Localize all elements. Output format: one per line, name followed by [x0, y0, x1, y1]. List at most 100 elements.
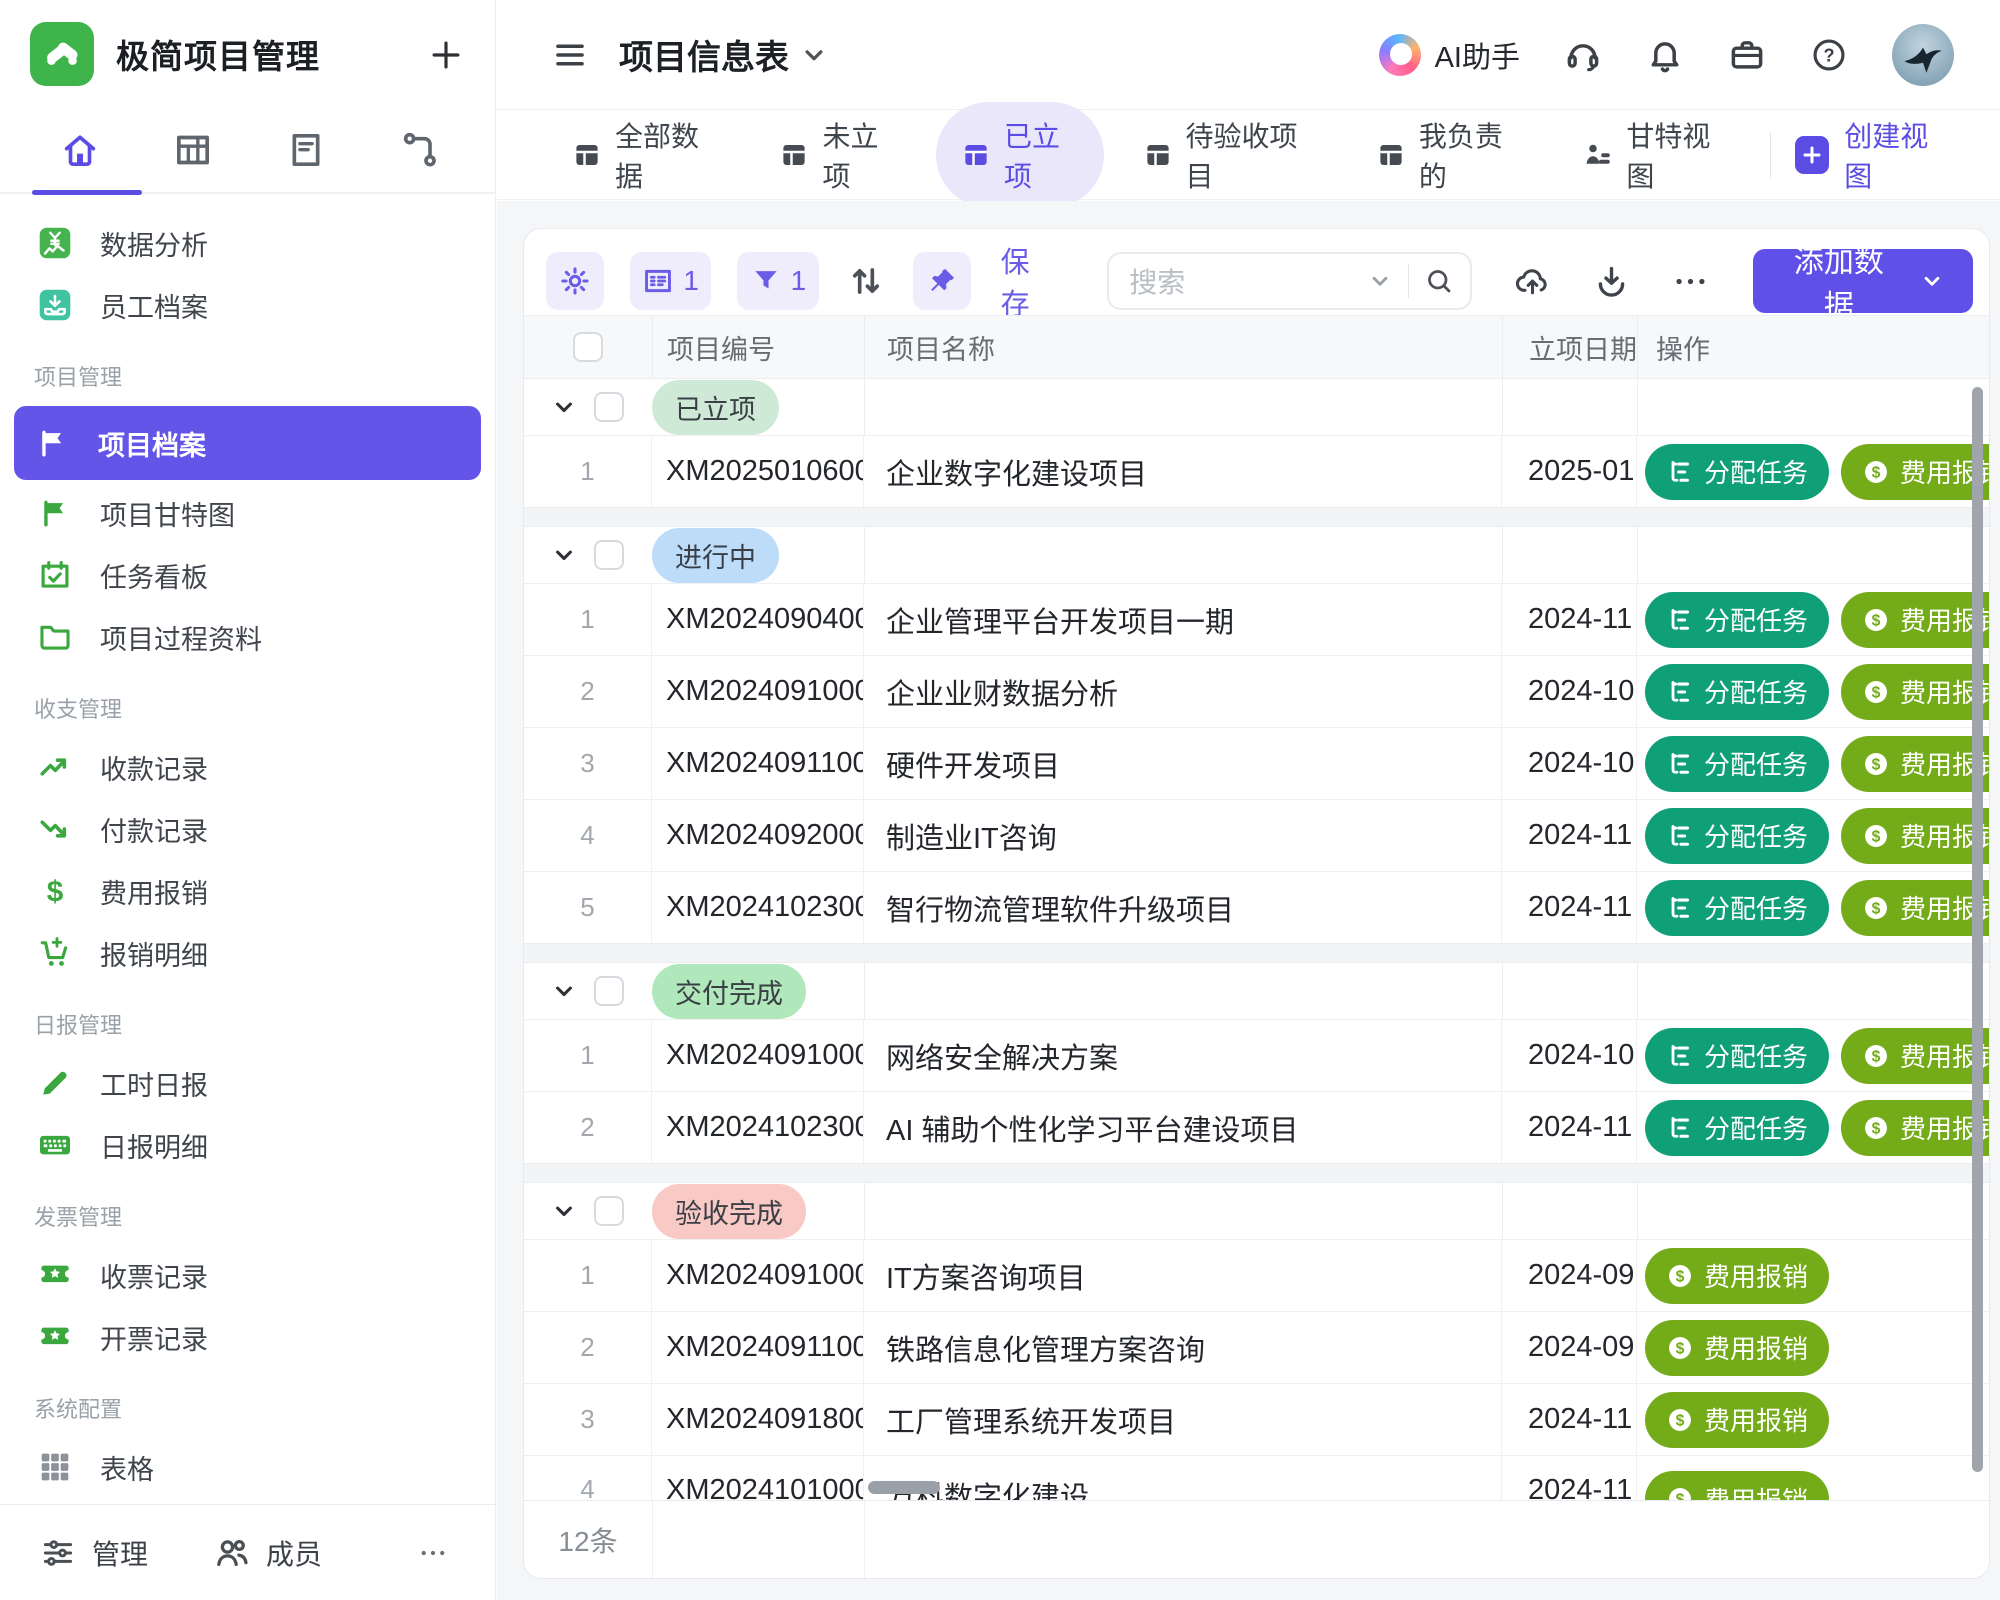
- toolbar-more-icon[interactable]: [1672, 263, 1709, 300]
- expense-claim-button[interactable]: $ 费用报销: [1841, 736, 1989, 792]
- table-row[interactable]: 3 XM202409110007 硬件开发项目 2024-10 分配任务 $ 费…: [524, 727, 1989, 799]
- members-button[interactable]: 成员: [214, 1533, 322, 1573]
- table-row[interactable]: 1 XM202501060001 企业数字化建设项目 2025-01 分配任务 …: [524, 435, 1989, 507]
- home-icon[interactable]: [60, 130, 100, 170]
- sort-icon[interactable]: [847, 262, 885, 300]
- user-avatar[interactable]: [1892, 24, 1954, 86]
- document-nav-icon[interactable]: [286, 130, 326, 170]
- table-row[interactable]: 5 XM202410230017 智行物流管理软件升级项目 2024-11 分配…: [524, 871, 1989, 943]
- sidebar-item-流程[interactable]: 流程: [16, 1498, 479, 1503]
- sidebar-item-收款记录[interactable]: 收款记录: [16, 736, 479, 798]
- table-row[interactable]: 2 XM202410230016 AI 辅助个性化学习平台建设项目 2024-1…: [524, 1091, 1989, 1163]
- hamburger-menu-icon[interactable]: [551, 38, 589, 72]
- import-cloud-upload-icon[interactable]: [1514, 263, 1551, 300]
- expense-claim-button[interactable]: $ 费用报销: [1645, 1392, 1829, 1448]
- expense-claim-button[interactable]: $ 费用报销: [1841, 880, 1989, 936]
- group-collapse-chevron-icon[interactable]: [550, 1197, 578, 1225]
- sidebar-item-任务看板[interactable]: 任务看板: [16, 544, 479, 606]
- column-header-date[interactable]: 立项日期: [1502, 316, 1637, 378]
- group-checkbox[interactable]: [594, 392, 624, 422]
- assign-task-button[interactable]: 分配任务: [1645, 444, 1829, 500]
- group-checkbox[interactable]: [594, 976, 624, 1006]
- expense-claim-button[interactable]: $ 费用报销: [1841, 444, 1989, 500]
- group-collapse-chevron-icon[interactable]: [550, 541, 578, 569]
- workflow-nav-icon[interactable]: [399, 130, 439, 170]
- add-workspace-icon[interactable]: [427, 36, 465, 74]
- fields-config-button[interactable]: 1: [630, 252, 711, 310]
- save-button[interactable]: 保存: [1001, 239, 1058, 323]
- expense-claim-button[interactable]: $ 费用报销: [1841, 808, 1989, 864]
- sidebar-item-开票记录[interactable]: 开票记录: [16, 1306, 479, 1368]
- export-download-icon[interactable]: [1593, 263, 1630, 300]
- tab-未立项[interactable]: 未立项: [754, 102, 922, 208]
- vertical-scrollbar[interactable]: [1972, 387, 1983, 1472]
- title-chevron-down-icon[interactable]: [799, 40, 829, 70]
- table-row[interactable]: 2 XM202409110001 铁路信息化管理方案咨询 2024-09 $ 费…: [524, 1311, 1989, 1383]
- tab-已立项[interactable]: 已立项: [936, 102, 1104, 208]
- assign-task-button[interactable]: 分配任务: [1645, 880, 1829, 936]
- table-row[interactable]: 4 XM202409200023 制造业IT咨询 2024-11 分配任务 $ …: [524, 799, 1989, 871]
- sidebar-item-项目甘特图[interactable]: 项目甘特图: [16, 482, 479, 544]
- ai-assistant-button[interactable]: AI助手: [1379, 34, 1520, 76]
- sidebar-item-数据分析[interactable]: 数据分析: [16, 212, 479, 274]
- expense-claim-button[interactable]: $ 费用报销: [1841, 664, 1989, 720]
- sidebar-item-费用报销[interactable]: $ 费用报销: [16, 860, 479, 922]
- filter-button[interactable]: 1: [737, 252, 818, 310]
- expense-claim-button[interactable]: $ 费用报销: [1841, 1100, 1989, 1156]
- group-collapse-chevron-icon[interactable]: [550, 977, 578, 1005]
- pin-button[interactable]: [913, 252, 971, 310]
- assign-task-button[interactable]: 分配任务: [1645, 808, 1829, 864]
- search-scope-chevron-icon[interactable]: [1367, 268, 1393, 294]
- sidebar-item-员工档案[interactable]: 员工档案: [16, 274, 479, 336]
- group-checkbox[interactable]: [594, 1196, 624, 1226]
- tab-我负责的[interactable]: 我负责的: [1351, 102, 1544, 208]
- assign-task-button[interactable]: 分配任务: [1645, 1100, 1829, 1156]
- assign-task-button[interactable]: 分配任务: [1645, 664, 1829, 720]
- sidebar-item-收票记录[interactable]: 收票记录: [16, 1244, 479, 1306]
- column-header-code[interactable]: 项目编号: [652, 316, 864, 378]
- column-header-actions[interactable]: 操作: [1637, 316, 1989, 378]
- assign-task-button[interactable]: 分配任务: [1645, 736, 1829, 792]
- add-data-button[interactable]: 添加数据: [1753, 249, 1973, 313]
- table-row[interactable]: 3 XM202409180011 工厂管理系统开发项目 2024-11 $ 费用…: [524, 1383, 1989, 1455]
- table-row[interactable]: 2 XM202409100004 企业业财数据分析 2024-10 分配任务 $…: [524, 655, 1989, 727]
- expense-claim-button[interactable]: $ 费用报销: [1841, 1028, 1989, 1084]
- sidebar-item-报销明细[interactable]: 报销明细: [16, 922, 479, 984]
- horizontal-scrollbar[interactable]: [868, 1481, 940, 1494]
- assign-task-button[interactable]: 分配任务: [1645, 592, 1829, 648]
- search-input[interactable]: 搜索: [1107, 252, 1472, 310]
- search-icon[interactable]: [1424, 266, 1454, 296]
- more-icon[interactable]: [411, 1538, 455, 1568]
- tab-全部数据[interactable]: 全部数据: [547, 102, 740, 208]
- sidebar-item-表格[interactable]: 表格: [16, 1436, 479, 1498]
- help-icon[interactable]: ?: [1810, 36, 1848, 74]
- table-row[interactable]: 1 XM202409100003 网络安全解决方案 2024-10 分配任务 $…: [524, 1019, 1989, 1091]
- tab-甘特视图[interactable]: 甘特视图: [1558, 102, 1751, 208]
- sidebar-item-日报明细[interactable]: 日报明细: [16, 1114, 479, 1176]
- table-row[interactable]: 1 XM202409100002 IT方案咨询项目 2024-09 $ 费用报销: [524, 1239, 1989, 1311]
- settings-gear-button[interactable]: [546, 252, 604, 310]
- group-gap: [524, 507, 1989, 527]
- expense-claim-button[interactable]: $ 费用报销: [1645, 1320, 1829, 1376]
- briefcase-icon[interactable]: [1728, 36, 1766, 74]
- table-nav-icon[interactable]: [173, 130, 213, 170]
- column-header-name[interactable]: 项目名称: [864, 316, 1502, 378]
- select-all-checkbox[interactable]: [573, 332, 603, 362]
- assign-task-button[interactable]: 分配任务: [1645, 1028, 1829, 1084]
- sidebar-item-项目过程资料[interactable]: 项目过程资料: [16, 606, 479, 668]
- group-checkbox[interactable]: [594, 540, 624, 570]
- expense-claim-button[interactable]: $ 费用报销: [1645, 1471, 1829, 1500]
- sidebar-item-付款记录[interactable]: 付款记录: [16, 798, 479, 860]
- sidebar-item-项目档案[interactable]: 项目档案: [14, 406, 481, 480]
- sidebar-item-工时日报[interactable]: 工时日报: [16, 1052, 479, 1114]
- notifications-bell-icon[interactable]: [1646, 36, 1684, 74]
- create-view-button[interactable]: 创建视图: [1795, 115, 1946, 195]
- table-row[interactable]: 1 XM202409040006 企业管理平台开发项目一期 2024-11 分配…: [524, 583, 1989, 655]
- table-row[interactable]: 4 XM202410100003 万科数字化建设 2024-11 $ 费用报销: [524, 1455, 1989, 1500]
- manage-button[interactable]: 管理: [40, 1533, 148, 1573]
- support-headphones-icon[interactable]: [1564, 36, 1602, 74]
- group-collapse-chevron-icon[interactable]: [550, 393, 578, 421]
- tab-待验收项目[interactable]: 待验收项目: [1118, 102, 1337, 208]
- expense-claim-button[interactable]: $ 费用报销: [1841, 592, 1989, 648]
- expense-claim-button[interactable]: $ 费用报销: [1645, 1248, 1829, 1304]
